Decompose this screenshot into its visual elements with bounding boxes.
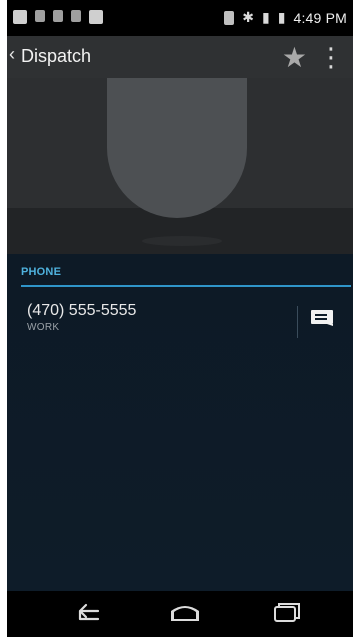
battery-icon: ▮ xyxy=(277,9,286,25)
status-left-icons xyxy=(13,10,103,24)
contact-details: PHONE (470) 555-5555 WORK xyxy=(7,254,353,591)
bluetooth-icon: ✱ xyxy=(242,9,255,25)
media-icon xyxy=(35,10,45,22)
navigation-bar xyxy=(7,591,353,637)
status-bar: ✱ ▮ ▮ 4:49 PM xyxy=(7,0,353,36)
signal-icon: ▮ xyxy=(262,9,270,25)
clock: 4:49 PM xyxy=(293,9,347,26)
message-icon[interactable] xyxy=(311,310,333,326)
clipboard-icon xyxy=(71,10,81,22)
recents-icon[interactable] xyxy=(265,599,305,629)
app-title[interactable]: Dispatch xyxy=(21,46,91,67)
phone-type: WORK xyxy=(27,322,60,333)
square-icon xyxy=(89,10,103,24)
phone-screen: ✱ ▮ ▮ 4:49 PM ‹ Dispatch ★ ⋮ PHONE (470)… xyxy=(7,0,353,637)
chevron-left-icon[interactable]: ‹ xyxy=(9,44,15,65)
overflow-menu-icon[interactable]: ⋮ xyxy=(318,42,345,73)
status-right-icons: ✱ ▮ ▮ 4:49 PM xyxy=(224,9,347,26)
back-arrow-icon[interactable] xyxy=(68,599,108,629)
tablet-icon xyxy=(53,10,63,22)
section-header-phone: PHONE xyxy=(21,266,62,278)
section-divider xyxy=(21,285,351,287)
avatar-shadow xyxy=(142,236,222,246)
phone-row[interactable]: (470) 555-5555 WORK xyxy=(7,294,353,350)
battery-outline-icon xyxy=(224,10,235,25)
action-bar: ‹ Dispatch ★ ⋮ xyxy=(7,36,353,78)
contact-photo-area xyxy=(7,78,353,254)
home-icon[interactable] xyxy=(165,599,205,629)
star-icon[interactable]: ★ xyxy=(282,41,307,74)
phone-number[interactable]: (470) 555-5555 xyxy=(27,302,136,320)
avatar-silhouette xyxy=(107,78,247,218)
grid-icon xyxy=(13,10,27,24)
row-separator xyxy=(297,306,298,338)
